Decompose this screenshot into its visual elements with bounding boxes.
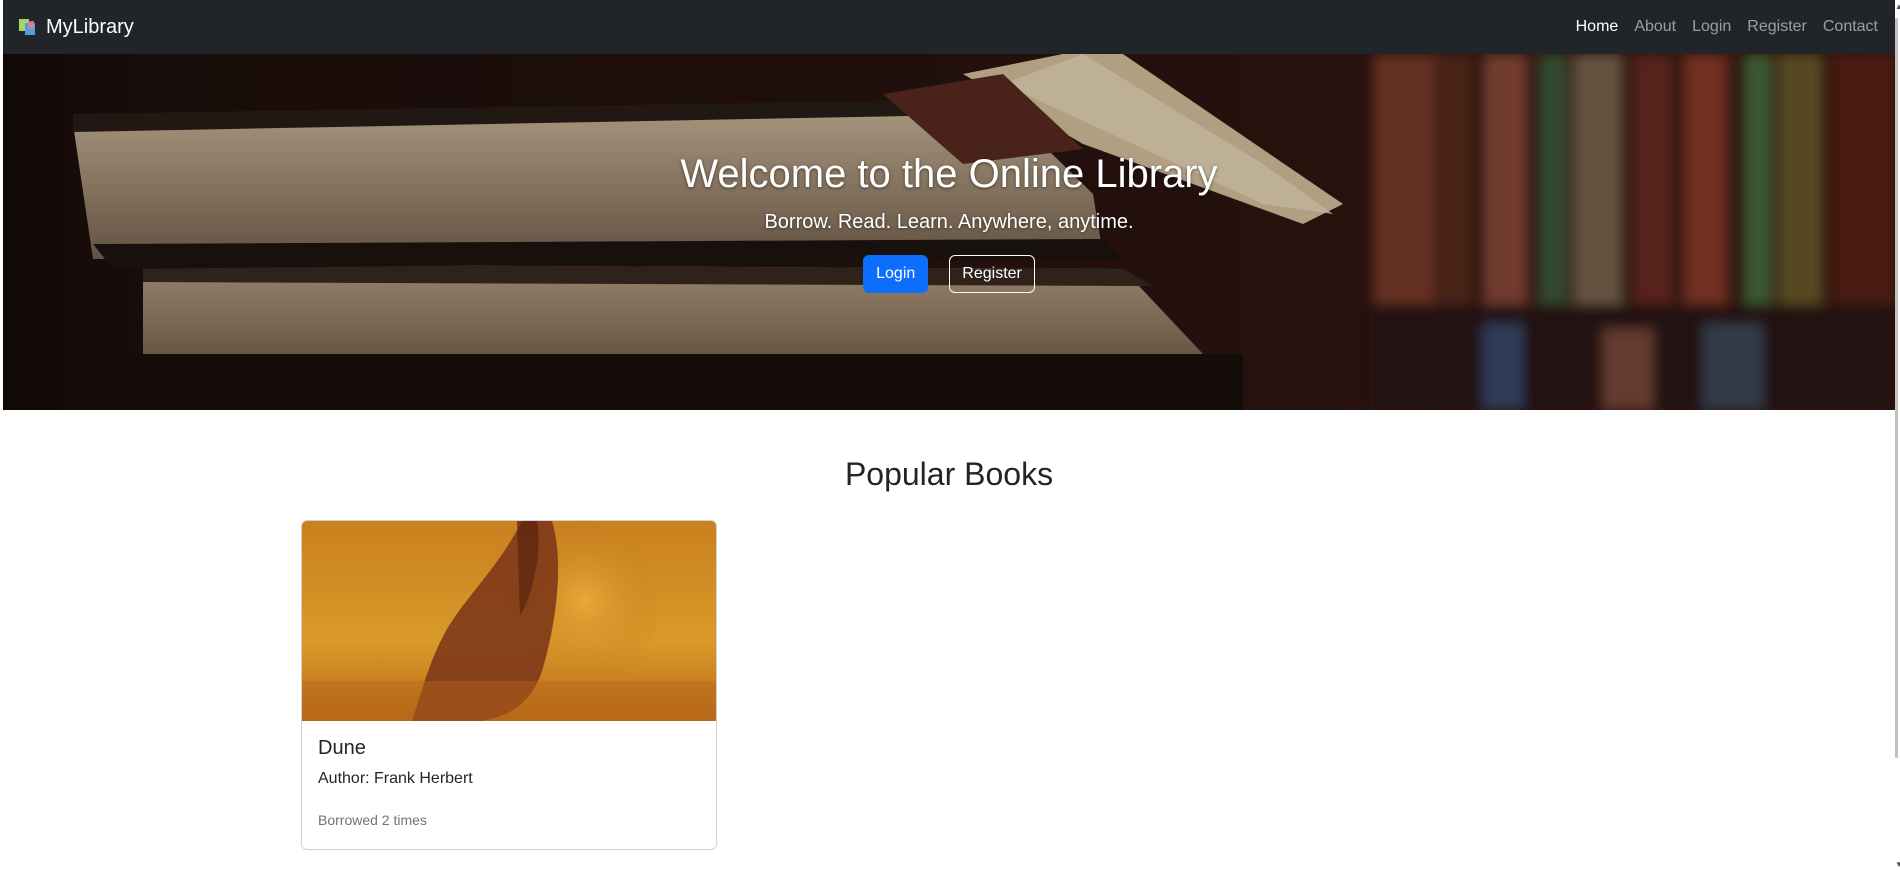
section-title-popular-books: Popular Books xyxy=(844,456,1054,492)
hero-register-button[interactable]: Register xyxy=(949,255,1035,293)
hero-title: Welcome to the Online Library xyxy=(680,152,1218,196)
nav-link-about[interactable]: About xyxy=(1634,18,1676,36)
brand-name: MyLibrary xyxy=(46,15,134,38)
hero-login-button[interactable]: Login xyxy=(863,255,929,293)
nav-link-contact[interactable]: Contact xyxy=(1823,18,1878,36)
page: MyLibrary Home About Login Register Cont… xyxy=(0,0,1900,874)
hero-subtitle: Borrow. Read. Learn. Anywhere, anytime. xyxy=(764,211,1134,233)
book-borrow-count: Borrowed 2 times xyxy=(318,812,427,828)
book-title[interactable]: Dune xyxy=(318,737,700,760)
vertical-scrollbar[interactable]: ▲ ▼ xyxy=(1895,0,1900,874)
hero-content: Welcome to the Online Library Borrow. Re… xyxy=(3,152,1895,293)
top-navbar: MyLibrary Home About Login Register Cont… xyxy=(3,0,1895,54)
nav-links: Home About Login Register Contact xyxy=(1560,18,1878,36)
browser-viewport: MyLibrary Home About Login Register Cont… xyxy=(3,0,1895,874)
scroll-up-arrow-icon[interactable]: ▲ xyxy=(1895,2,1900,12)
scrollbar-thumb[interactable] xyxy=(1895,18,1898,758)
books-icon xyxy=(18,17,40,37)
book-author: Author: Frank Herbert xyxy=(318,770,473,787)
book-card[interactable]: Dune Author: Frank Herbert Borrowed 2 ti… xyxy=(301,520,717,850)
scroll-down-arrow-icon[interactable]: ▼ xyxy=(1895,860,1900,870)
nav-link-register[interactable]: Register xyxy=(1747,18,1807,36)
hero-banner: Welcome to the Online Library Borrow. Re… xyxy=(3,54,1895,410)
nav-link-home[interactable]: Home xyxy=(1576,18,1619,36)
brand-link[interactable]: MyLibrary xyxy=(18,16,134,39)
hero-buttons: Login Register xyxy=(3,255,1895,293)
book-cover-image xyxy=(302,521,716,721)
book-card-body: Dune Author: Frank Herbert Borrowed 2 ti… xyxy=(302,721,716,828)
nav-link-login[interactable]: Login xyxy=(1692,18,1731,36)
